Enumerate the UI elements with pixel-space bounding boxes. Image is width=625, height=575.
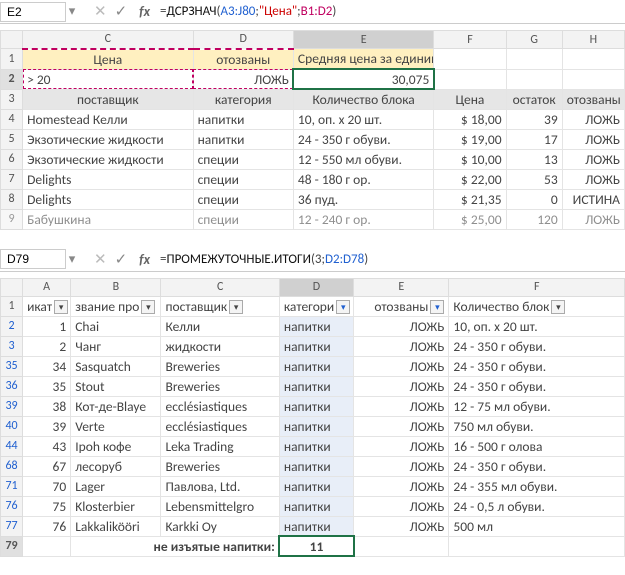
row-header[interactable]: 2	[1, 69, 23, 89]
fx-icon[interactable]: fx	[133, 3, 156, 20]
cancel-icon[interactable]: ✕	[94, 2, 107, 21]
table-row[interactable]: 7776LakkalikööriKarkki OyнапиткиЛОЖЬ500 …	[1, 516, 625, 536]
formula-bar-buttons: ✕ ✓	[88, 250, 133, 269]
column-headers: A B C D E F	[1, 278, 625, 296]
col-G[interactable]: G	[506, 31, 562, 49]
table-row[interactable]: 4039VerteecclésiastiquesнапиткиЛОЖЬ750 м…	[1, 416, 625, 436]
col-D[interactable]: D	[193, 31, 293, 49]
col-E[interactable]: E	[293, 31, 433, 49]
formula-bar-buttons: ✕ ✓	[88, 2, 133, 21]
fx-icon[interactable]: fx	[133, 251, 156, 268]
col-C[interactable]: C	[23, 31, 194, 49]
table-row[interactable]: 5 Экзотические жидкости напитки 24 - 350…	[1, 129, 625, 149]
filter-icon[interactable]: ▾	[551, 300, 565, 314]
grid-2[interactable]: A B C D E F 1 икат▾ звание про▾ поставщи…	[0, 278, 625, 557]
name-box-dropdown-icon[interactable]: ▾	[66, 253, 78, 265]
formula-bar: ▾ ✕ ✓ fx =ДСРЗНАЧ(A3:J80;"Цена";B1:D2)	[0, 0, 625, 24]
table-row[interactable]: 7 Delights специи 48 - 180 г ор. $ 22,00…	[1, 169, 625, 189]
row-header[interactable]: 1	[1, 49, 23, 70]
filter-icon[interactable]: ▾	[141, 300, 155, 314]
table-row[interactable]: 8 Delights специи 36 пуд. $ 21,35 0 ИСТИ…	[1, 189, 625, 209]
confirm-icon[interactable]: ✓	[115, 250, 128, 269]
table-row[interactable]: 6 Экзотические жидкости специи 12 - 550 …	[1, 149, 625, 169]
filter-icon[interactable]: ▾	[54, 300, 68, 314]
formula-bar: ▾ ✕ ✓ fx =ПРОМЕЖУТОЧНЫЕ.ИТОГИ(3;D2:D78)	[0, 248, 625, 272]
table-row[interactable]: 32ЧангжидкостинапиткиЛОЖЬ24 - 350 г обув…	[1, 336, 625, 356]
table-row[interactable]: 3635StoutBreweriesнапиткиЛОЖЬ24 - 350 г …	[1, 376, 625, 396]
col-B[interactable]: B	[71, 278, 161, 296]
summary-row[interactable]: 79 не изъятые напитки: 11	[1, 536, 625, 556]
grid-1[interactable]: C D E F G H 1 Цена отозваны Средняя цена…	[0, 30, 625, 230]
table-row[interactable]: 7675KlosterbierLebensmittelgroнапиткиЛОЖ…	[1, 496, 625, 516]
active-cell[interactable]: 11	[279, 536, 353, 556]
col-F[interactable]: F	[434, 31, 506, 49]
sheet-1: ▾ ✕ ✓ fx =ДСРЗНАЧ(A3:J80;"Цена";B1:D2) C…	[0, 0, 625, 230]
table-row[interactable]: 6867лесорубBreweriesнапиткиЛОЖЬ24 - 350 …	[1, 456, 625, 476]
summary-label: не изъятые напитки:	[71, 536, 280, 556]
col-C[interactable]: C	[161, 278, 279, 296]
col-F[interactable]: F	[449, 278, 625, 296]
cancel-icon[interactable]: ✕	[94, 250, 107, 269]
filter-header-row[interactable]: 1 икат▾ звание про▾ поставщик▾ категори▾…	[1, 296, 625, 316]
filter-icon[interactable]: ▾	[229, 300, 243, 314]
formula-input[interactable]: =ДСРЗНАЧ(A3:J80;"Цена";B1:D2)	[156, 2, 625, 21]
row-header[interactable]: 3	[1, 89, 23, 109]
filter-icon[interactable]: ▾	[430, 300, 444, 314]
name-box[interactable]	[0, 2, 66, 22]
column-headers: C D E F G H	[1, 31, 625, 49]
filter-icon[interactable]: ▾	[336, 300, 350, 314]
col-D[interactable]: D	[279, 278, 353, 296]
active-cell[interactable]: 30,075	[293, 69, 433, 89]
table-row[interactable]: 1 Цена отозваны Средняя цена за единицу	[1, 49, 625, 70]
name-box-dropdown-icon[interactable]: ▾	[66, 6, 78, 18]
table-row[interactable]: 4 Homestead Келли напитки 10, оп. x 20 ш…	[1, 109, 625, 129]
table-row[interactable]: 2 > 20 ЛОЖЬ 30,075	[1, 69, 625, 89]
col-H[interactable]: H	[562, 31, 624, 49]
table-row[interactable]: 9 Бабушкина специи 12 - 240 г ор. $ 25,0…	[1, 209, 625, 229]
col-A[interactable]: A	[23, 278, 71, 296]
table-row[interactable]: 4443Ipoh кофеLeka TradingнапиткиЛОЖЬ16 -…	[1, 436, 625, 456]
table-row[interactable]: 7170LagerПавлова, Ltd.напиткиЛОЖЬ24 - 35…	[1, 476, 625, 496]
table-row[interactable]: 21ChaiКеллинапиткиЛОЖЬ10, оп. x 20 шт.	[1, 316, 625, 336]
formula-input[interactable]: =ПРОМЕЖУТОЧНЫЕ.ИТОГИ(3;D2:D78)	[156, 250, 625, 269]
table-row[interactable]: 3938Кот-де-BlayeecclésiastiquesнапиткиЛО…	[1, 396, 625, 416]
name-box[interactable]	[0, 249, 66, 269]
sheet-2: ▾ ✕ ✓ fx =ПРОМЕЖУТОЧНЫЕ.ИТОГИ(3;D2:D78) …	[0, 248, 625, 557]
confirm-icon[interactable]: ✓	[115, 2, 128, 21]
col-E[interactable]: E	[354, 278, 449, 296]
table-row[interactable]: 3534SasquatchBreweriesнапиткиЛОЖЬ24 - 35…	[1, 356, 625, 376]
table-row[interactable]: 3 поставщик категория Количество блока Ц…	[1, 89, 625, 109]
